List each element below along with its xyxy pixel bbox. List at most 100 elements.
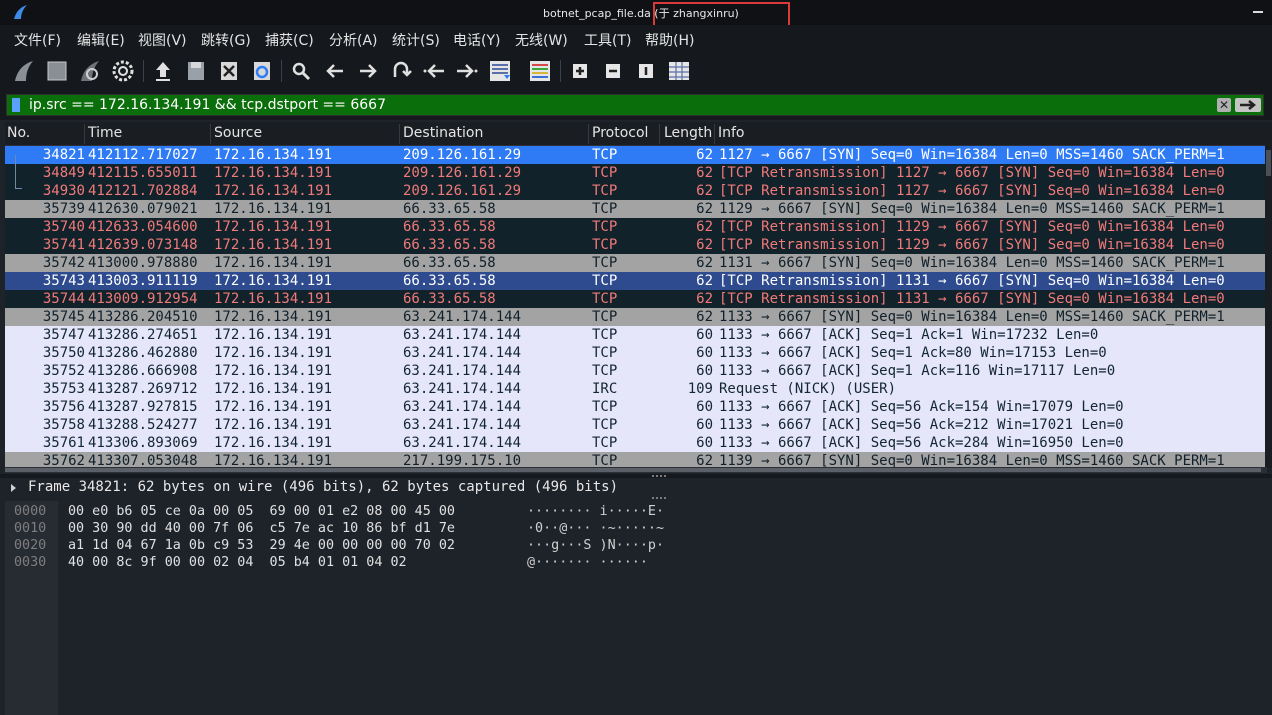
shark-fin-icon[interactable] xyxy=(11,58,37,84)
cell-source: 172.16.134.191 xyxy=(214,363,333,379)
zoom-in-icon[interactable] xyxy=(567,58,593,84)
byte-hex: 00 e0 b6 05 ce 0a 00 05 69 00 01 e2 08 0… xyxy=(68,504,455,519)
forward-arrow-icon[interactable] xyxy=(355,58,381,84)
display-filter-input[interactable] xyxy=(29,96,1209,114)
save-file-icon[interactable] xyxy=(183,58,209,84)
clear-filter-icon[interactable]: ✕ xyxy=(1217,98,1231,112)
column-header-destination[interactable]: Destination xyxy=(403,125,483,141)
packet-row[interactable]: 35750 413286.462880 172.16.134.191 63.241.1… xyxy=(5,344,1267,362)
cell-length: 60 xyxy=(696,363,713,379)
cell-destination: 209.126.161.29 xyxy=(403,147,522,163)
cell-length: 60 xyxy=(696,417,713,433)
options-gear-icon[interactable] xyxy=(110,58,136,84)
packet-row[interactable]: 35745 413286.204510 172.16.134.191 63.241.1… xyxy=(5,308,1267,326)
cell-time: 413306.893069 xyxy=(88,435,198,451)
menu-telephony[interactable]: 电话(Y) xyxy=(453,30,500,50)
cell-no: 35752 xyxy=(42,363,85,379)
cell-destination: 66.33.65.58 xyxy=(403,201,496,217)
cell-time: 413286.666908 xyxy=(88,363,198,379)
packet-row[interactable]: 35762 413307.053048 172.16.134.191 217.199.… xyxy=(5,452,1267,468)
cell-source: 172.16.134.191 xyxy=(214,201,333,217)
packet-row[interactable]: 35741 412639.073148 172.16.134.191 66.33.65… xyxy=(5,236,1267,254)
column-header-no[interactable]: No. xyxy=(7,125,30,141)
cell-protocol: TCP xyxy=(592,363,618,379)
packet-row[interactable]: 35740 412633.054600 172.16.134.191 66.33.65… xyxy=(5,218,1267,236)
cell-length: 62 xyxy=(696,147,713,163)
open-file-icon[interactable] xyxy=(150,58,176,84)
cell-no: 35753 xyxy=(42,381,85,397)
packet-list-hscrollbar[interactable] xyxy=(5,467,1267,473)
packet-row[interactable]: 35753 413287.269712 172.16.134.191 63.241.1… xyxy=(5,380,1267,398)
cell-info: 1139 → 6667 [SYN] Seq=0 Win=16384 Len=0 … xyxy=(719,453,1225,468)
column-separator xyxy=(210,124,211,144)
back-arrow-icon[interactable] xyxy=(322,58,348,84)
autoscroll-icon[interactable] xyxy=(487,58,513,84)
cell-time: 413003.911119 xyxy=(88,273,198,289)
normal-size-icon[interactable] xyxy=(633,58,659,84)
resize-columns-icon[interactable] xyxy=(666,58,692,84)
cell-info: [TCP Retransmission] 1129 → 6667 [SYN] S… xyxy=(719,219,1225,235)
column-header-time[interactable]: Time xyxy=(88,125,122,141)
cell-info: 1133 → 6667 [ACK] Seq=1 Ack=80 Win=17153… xyxy=(719,345,1107,361)
column-header-info[interactable]: Info xyxy=(718,125,745,141)
display-filter-bar: ✕ xyxy=(0,90,1272,120)
menu-analyze[interactable]: 分析(A) xyxy=(329,30,378,50)
cell-source: 172.16.134.191 xyxy=(214,273,333,289)
cell-no: 35750 xyxy=(42,345,85,361)
cell-info: [TCP Retransmission] 1127 → 6667 [SYN] S… xyxy=(719,183,1225,199)
menu-tools[interactable]: 工具(T) xyxy=(584,30,631,50)
menu-wireless[interactable]: 无线(W) xyxy=(515,30,568,50)
packet-row[interactable]: 35747 413286.274651 172.16.134.191 63.241.1… xyxy=(5,326,1267,344)
jump-icon[interactable] xyxy=(388,58,414,84)
packet-row[interactable]: 34849 412115.655011 172.16.134.191 209.126.… xyxy=(5,164,1267,182)
menu-statistics[interactable]: 统计(S) xyxy=(392,30,440,50)
last-packet-icon[interactable] xyxy=(454,58,480,84)
apply-filter-icon[interactable] xyxy=(1235,98,1261,112)
expand-arrow-icon[interactable] xyxy=(11,484,16,492)
column-header-protocol[interactable]: Protocol xyxy=(592,125,648,141)
cell-protocol: TCP xyxy=(592,183,618,199)
cell-protocol: TCP xyxy=(592,345,618,361)
byte-offset: 0020 xyxy=(14,538,47,553)
packet-row[interactable]: 35739 412630.079021 172.16.134.191 66.33.65… xyxy=(5,200,1267,218)
restart-icon[interactable] xyxy=(77,58,103,84)
column-separator xyxy=(659,124,660,144)
toolbar-separator xyxy=(560,60,561,82)
menu-edit[interactable]: 编辑(E) xyxy=(77,30,125,50)
packet-row[interactable]: 34821 412112.717027 172.16.134.191 209.126.… xyxy=(5,146,1267,164)
close-file-icon[interactable] xyxy=(216,58,242,84)
packet-list-vscrollbar[interactable] xyxy=(1265,122,1272,468)
packet-row[interactable]: 35761 413306.893069 172.16.134.191 63.241.1… xyxy=(5,434,1267,452)
menu-file[interactable]: 文件(F) xyxy=(14,30,61,50)
minimize-icon[interactable] xyxy=(1253,11,1263,13)
packet-row[interactable]: 35743 413003.911119 172.16.134.191 66.33.65… xyxy=(5,272,1267,290)
packet-row[interactable]: 35742 413000.978880 172.16.134.191 66.33.65… xyxy=(5,254,1267,272)
stop-icon[interactable] xyxy=(44,58,70,84)
packet-row[interactable]: 35756 413287.927815 172.16.134.191 63.241.1… xyxy=(5,398,1267,416)
zoom-out-icon[interactable] xyxy=(600,58,626,84)
scroll-thumb[interactable] xyxy=(1266,150,1271,176)
cell-protocol: TCP xyxy=(592,399,618,415)
first-packet-icon[interactable] xyxy=(421,58,447,84)
packet-row[interactable]: 35752 413286.666908 172.16.134.191 63.241.1… xyxy=(5,362,1267,380)
cell-destination: 63.241.174.144 xyxy=(403,381,522,397)
cell-source: 172.16.134.191 xyxy=(214,165,333,181)
search-icon[interactable] xyxy=(288,58,314,84)
cell-destination: 217.199.175.10 xyxy=(403,453,522,468)
column-header-length[interactable]: Length xyxy=(664,125,712,141)
column-header-source[interactable]: Source xyxy=(214,125,262,141)
reload-icon[interactable] xyxy=(249,58,275,84)
packet-row[interactable]: 35758 413288.524277 172.16.134.191 63.241.1… xyxy=(5,416,1267,434)
packet-row[interactable]: 35744 413009.912954 172.16.134.191 66.33.65… xyxy=(5,290,1267,308)
cell-no: 35758 xyxy=(42,417,85,433)
menu-capture[interactable]: 捕获(C) xyxy=(265,30,314,50)
cell-source: 172.16.134.191 xyxy=(214,309,333,325)
menu-go[interactable]: 跳转(G) xyxy=(201,30,251,50)
menu-help[interactable]: 帮助(H) xyxy=(645,30,694,50)
bookmark-icon[interactable] xyxy=(12,98,20,112)
colorize-icon[interactable] xyxy=(527,58,553,84)
menu-view[interactable]: 视图(V) xyxy=(138,30,187,50)
packet-row[interactable]: 34930 412121.702884 172.16.134.191 209.126.… xyxy=(5,182,1267,200)
scroll-thumb[interactable] xyxy=(5,468,1261,472)
frame-summary[interactable]: Frame 34821: 62 bytes on wire (496 bits)… xyxy=(28,479,618,495)
